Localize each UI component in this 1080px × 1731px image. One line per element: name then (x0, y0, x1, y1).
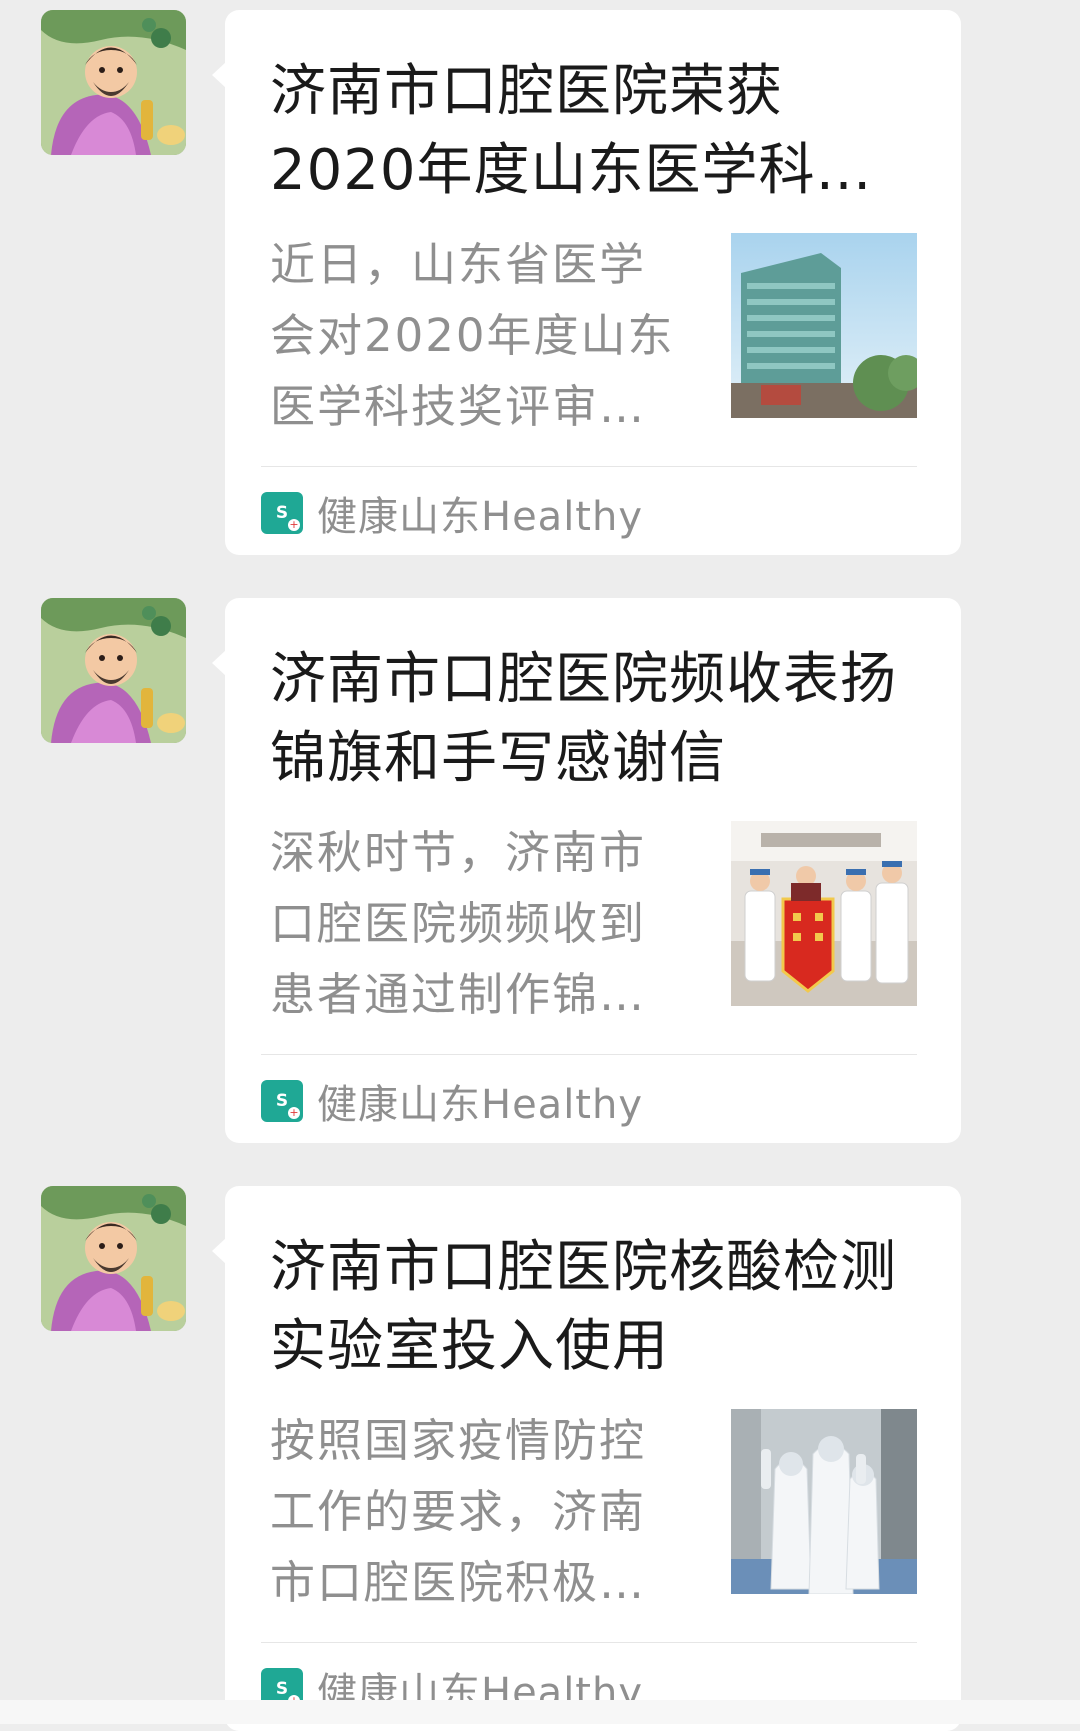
source-name: 健康山东Healthy (317, 494, 644, 540)
article-source[interactable]: S+ 健康山东Healthy (261, 488, 643, 540)
article-thumbnail (731, 233, 917, 418)
card-divider (261, 1642, 917, 1643)
article-card[interactable]: 济南市口腔医院荣获2020年度山东医学科… 近日，山东省医学会对2020年度山东… (212, 10, 961, 555)
cartoon-sage-avatar-icon (41, 598, 186, 743)
chat-message: 济南市口腔医院频收表扬锦旗和手写感谢信 深秋时节，济南市口腔医院频频收到患者通过… (0, 588, 1080, 1143)
healthy-shandong-logo-icon: S+ (261, 1080, 303, 1122)
article-source[interactable]: S+ 健康山东Healthy (261, 1076, 643, 1128)
article-description: 近日，山东省医学会对2020年度山东医学科技奖评审… (270, 238, 675, 433)
article-card[interactable]: 济南市口腔医院核酸检测实验室投入使用 按照国家疫情防控工作的要求，济南市口腔医院… (212, 1186, 961, 1731)
article-thumbnail (731, 821, 917, 1006)
chat-message: 济南市口腔医院核酸检测实验室投入使用 按照国家疫情防控工作的要求，济南市口腔医院… (0, 1176, 1080, 1731)
protective-suits-image (731, 1409, 917, 1594)
article-title: 济南市口腔医院核酸检测实验室投入使用 (270, 1235, 897, 1379)
card-divider (261, 1054, 917, 1055)
bottom-bar (0, 1700, 1080, 1724)
cartoon-sage-avatar-icon (41, 1186, 186, 1331)
hospital-building-image (731, 233, 917, 418)
staff-with-banner-image (731, 821, 917, 1006)
sender-avatar[interactable] (41, 1186, 186, 1331)
article-card[interactable]: 济南市口腔医院频收表扬锦旗和手写感谢信 深秋时节，济南市口腔医院频频收到患者通过… (212, 598, 961, 1143)
source-name: 健康山东Healthy (317, 1082, 644, 1128)
cartoon-sage-avatar-icon (41, 10, 186, 155)
chat-message: 济南市口腔医院荣获2020年度山东医学科… 近日，山东省医学会对2020年度山东… (0, 0, 1080, 555)
sender-avatar[interactable] (41, 10, 186, 155)
article-thumbnail (731, 1409, 917, 1594)
article-description: 深秋时节，济南市口腔医院频频收到患者通过制作锦… (270, 826, 647, 1021)
healthy-shandong-logo-icon: S+ (261, 492, 303, 534)
article-title: 济南市口腔医院频收表扬锦旗和手写感谢信 (270, 647, 897, 791)
article-title: 济南市口腔医院荣获2020年度山东医学科… (270, 59, 873, 203)
sender-avatar[interactable] (41, 598, 186, 743)
card-divider (261, 466, 917, 467)
article-description: 按照国家疫情防控工作的要求，济南市口腔医院积极… (270, 1414, 647, 1609)
